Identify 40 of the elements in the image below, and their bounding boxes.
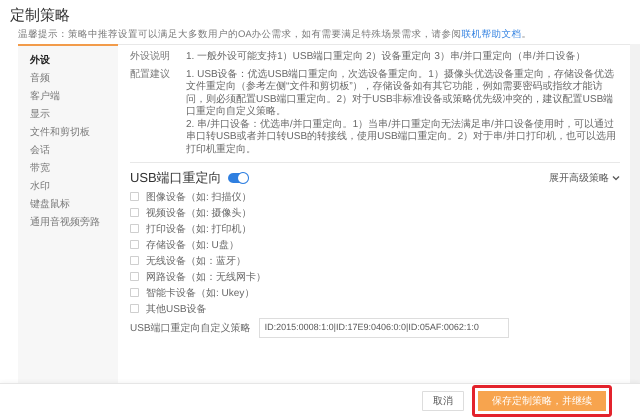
option-label: 视频设备（如: 摄像头） xyxy=(146,206,252,220)
sidebar-item[interactable]: 客户端 xyxy=(18,88,118,106)
field-label: 配置建议 xyxy=(130,68,171,82)
sidebar-item[interactable]: 带宽 xyxy=(18,160,118,178)
checkbox[interactable] xyxy=(130,288,139,297)
sidebar-item[interactable]: 文件和剪切板 xyxy=(18,124,118,142)
checkbox[interactable] xyxy=(130,272,139,281)
cancel-button[interactable]: 取消 xyxy=(422,391,464,411)
checkbox[interactable] xyxy=(130,304,139,313)
sidebar-item[interactable]: 外设 xyxy=(18,52,118,70)
checkbox[interactable] xyxy=(130,192,139,201)
field-label: USB端口重定向自定义策略 xyxy=(130,322,251,335)
option-label: 网路设备（如：无线网卡） xyxy=(146,270,266,284)
checkbox[interactable] xyxy=(130,256,139,265)
expand-link[interactable]: 展开高级策略 xyxy=(549,171,620,185)
option-label: 无线设备（如：蓝牙） xyxy=(146,254,246,268)
description-text: 1. 一般外设可能支持1）USB端口重定向 2）设备重定向 3）串/并口重定向（串/并口设备） xyxy=(186,51,586,64)
option-label: 存储设备（如: U盘） xyxy=(146,238,239,252)
toggle-switch[interactable] xyxy=(228,173,248,183)
sidebar-item[interactable]: 通用音视频旁路 xyxy=(18,214,118,232)
option-label: 智能卡设备（如: Ukey） xyxy=(146,286,254,300)
checkbox[interactable] xyxy=(130,208,139,217)
field-label: 外设说明 xyxy=(130,51,171,64)
sidebar-item[interactable]: 音频 xyxy=(18,70,118,88)
option-label: 打印设备（如: 打印机） xyxy=(146,222,252,236)
checkbox[interactable] xyxy=(130,224,139,233)
advice-text: 1. USB设备：优选USB端口重定向，次选设备重定向。1）摄像头优选设备重定向，存储设备优选文件重定向（参考左侧“文件和剪切板”），存储设备如有其它功能，例如需要密码或指纹才能访问，则必须配置USB端口重定向。2）对于USB非标准设备或策略优先级冲突的，建议配置USB端口重定向自定义策略。 xyxy=(186,68,615,118)
section-title: USB端口重定向 xyxy=(130,169,222,187)
option-label: 图像设备（如: 扫描仪） xyxy=(146,190,252,204)
page-title: 定制策略 xyxy=(9,6,71,24)
chevron-down-icon xyxy=(612,175,620,181)
sidebar-item[interactable]: 键盘鼠标 xyxy=(18,196,118,214)
sidebar-item[interactable]: 显示 xyxy=(18,106,118,124)
option-label: 其他USB设备 xyxy=(146,302,207,316)
advice-text: 2. 串/并口设备：优选串/并口重定向。1）当串/并口重定向无法满足串/并口设备使用时，可以通过串口转USB或者并口转USB的转接线，使用USB端口重定向。2）对于串/并口打印机，也可以选用打印机重定向。 xyxy=(186,118,618,156)
checkbox[interactable] xyxy=(130,240,139,249)
input-field[interactable]: ID:2015:0008:1:0|ID:17E9:0406:0:0|ID:05AF:0062:1:0 xyxy=(258,318,509,338)
sidebar-item[interactable]: 会话 xyxy=(18,142,118,160)
sidebar-item[interactable]: 水印 xyxy=(18,178,118,196)
help-link[interactable]: 联机帮助文档 xyxy=(462,29,522,40)
